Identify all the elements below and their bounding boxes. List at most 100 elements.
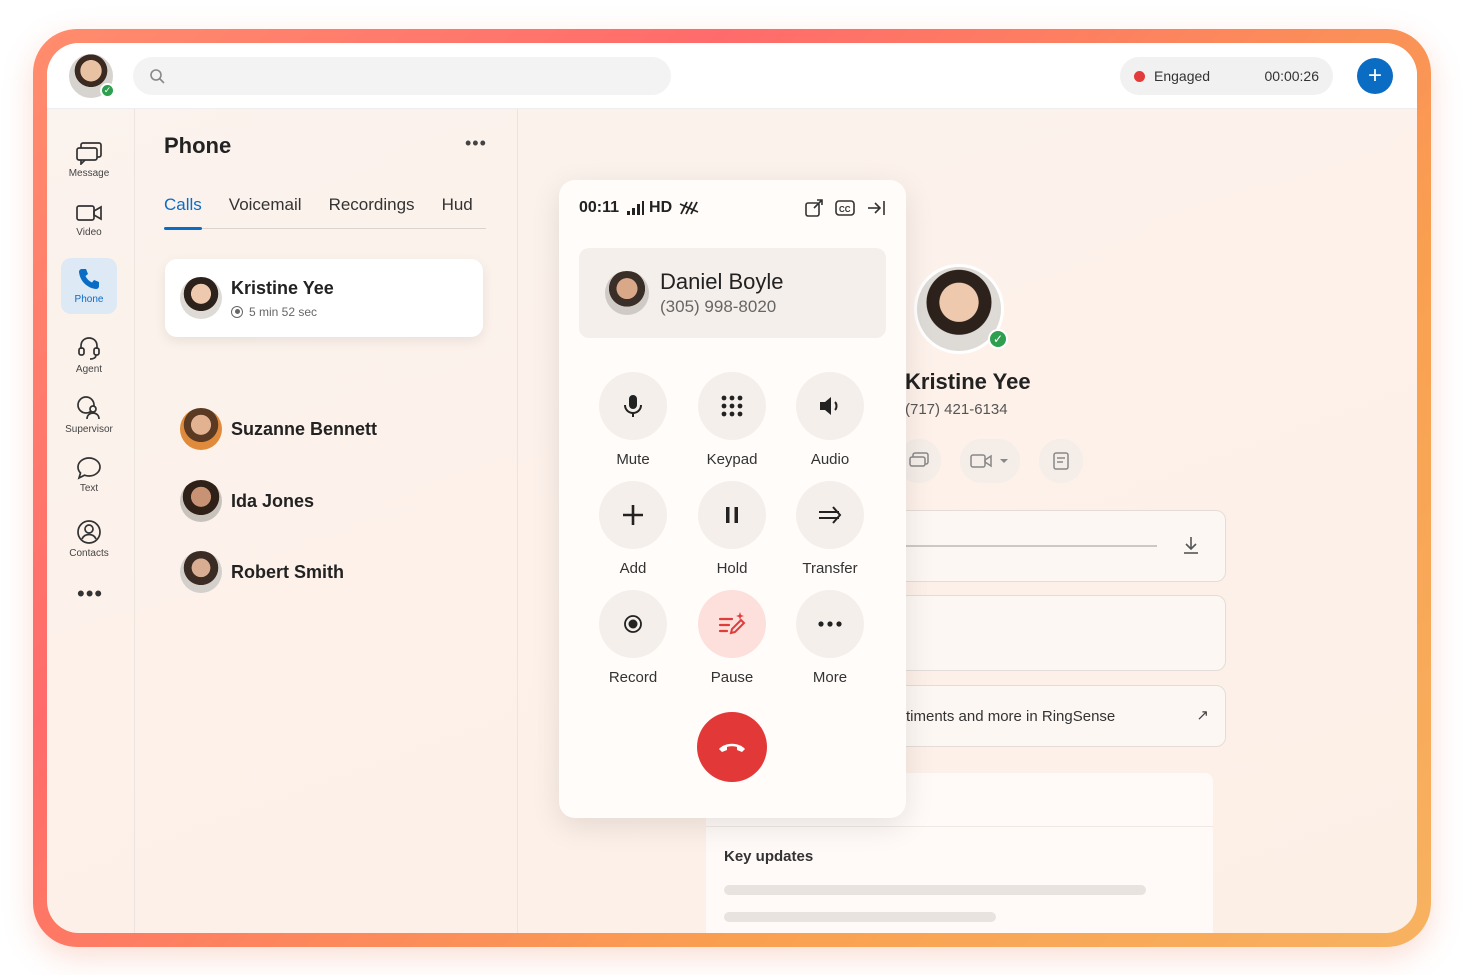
message-icon: [909, 452, 929, 467]
pause-notes-circle[interactable]: [698, 590, 766, 658]
external-link-icon: ↗: [1196, 707, 1209, 724]
rail-item-contacts[interactable]: Contacts: [61, 511, 117, 567]
hold-button[interactable]: Hold: [697, 481, 767, 577]
add-circle[interactable]: [599, 481, 667, 549]
add-button[interactable]: +: [1357, 58, 1393, 94]
tab-calls[interactable]: Calls: [164, 195, 202, 230]
rail-item-message[interactable]: Message: [61, 132, 117, 188]
placeholder-line: [724, 885, 1146, 895]
rail-label: Contacts: [69, 548, 109, 559]
button-label: Hold: [716, 560, 748, 577]
presence-check-icon: ✓: [100, 83, 115, 98]
call-list-item[interactable]: Suzanne Bennett: [165, 390, 483, 468]
plus-icon: [623, 505, 643, 525]
button-label: Transfer: [802, 560, 858, 577]
ringsense-link-card[interactable]: timents and more in RingSense ↗: [892, 685, 1226, 747]
call-duration: 00:11: [579, 199, 620, 216]
rail-label: Message: [68, 168, 110, 179]
search-input[interactable]: [175, 68, 655, 84]
popout-icon[interactable]: [804, 198, 824, 218]
record-icon: [624, 615, 642, 633]
call-list-item[interactable]: Ida Jones: [165, 462, 483, 540]
rail-label: Supervisor: [65, 424, 113, 435]
download-icon[interactable]: [1181, 535, 1201, 555]
search-icon: [150, 69, 165, 84]
notes-button[interactable]: [1039, 439, 1083, 483]
collapse-panel-icon[interactable]: [866, 198, 886, 218]
more-circle[interactable]: [796, 590, 864, 658]
button-label: Add: [619, 560, 647, 577]
ai-notes-icon: [718, 612, 746, 635]
end-call-button[interactable]: [697, 712, 767, 782]
transfer-arrow-icon: [819, 506, 842, 524]
audio-circle[interactable]: [796, 372, 864, 440]
divider: [706, 826, 1213, 827]
contact-detail-name: Kristine Yee: [905, 369, 1031, 394]
add-call-button[interactable]: Add: [598, 481, 668, 577]
call-status-row: 00:11 HD: [579, 199, 699, 217]
rail-item-agent[interactable]: Agent: [61, 327, 117, 383]
tab-hud[interactable]: Hud: [442, 195, 473, 229]
phone-tabs: Calls Voicemail Recordings Hud: [164, 195, 486, 230]
contact-detail-number: (717) 421-6134: [905, 401, 1008, 418]
presence-check-icon: ✓: [988, 329, 1008, 349]
signal-bars-icon: [627, 201, 645, 215]
avatar: [180, 551, 222, 593]
call-list-item[interactable]: Robert Smith: [165, 533, 483, 611]
status-dot-icon: [1134, 70, 1145, 82]
transfer-button[interactable]: Transfer: [795, 481, 865, 577]
noise-cancel-icon: [679, 201, 699, 215]
contact-name: Robert Smith: [231, 561, 345, 582]
record-circle[interactable]: [599, 590, 667, 658]
button-label: Pause: [710, 669, 754, 686]
button-label: More: [812, 669, 848, 686]
headset-icon: [78, 337, 100, 360]
keypad-circle[interactable]: [698, 372, 766, 440]
rail-item-supervisor[interactable]: Supervisor: [61, 387, 117, 443]
call-status-pill[interactable]: Engaged 00:00:26: [1120, 57, 1333, 95]
button-label: Mute: [616, 451, 650, 468]
button-label: Audio: [810, 451, 850, 468]
status-label: Engaged: [1154, 68, 1211, 84]
hangup-phone-icon: [719, 743, 745, 752]
keypad-button[interactable]: Keypad: [697, 372, 767, 468]
mute-circle[interactable]: [599, 372, 667, 440]
recording-icon: [231, 305, 243, 318]
contact-name: Ida Jones: [231, 490, 315, 511]
plus-icon: +: [1367, 62, 1382, 89]
record-button[interactable]: Record: [598, 590, 668, 686]
keypad-icon: [721, 395, 743, 417]
hold-circle[interactable]: [698, 481, 766, 549]
rail-more-button[interactable]: •••: [77, 583, 103, 605]
search-bar[interactable]: [133, 57, 671, 95]
transfer-circle[interactable]: [796, 481, 864, 549]
avatar: [180, 277, 222, 319]
speaker-icon: [820, 397, 838, 415]
message-icon: [76, 142, 102, 165]
tab-voicemail[interactable]: Voicemail: [229, 195, 302, 229]
pause-icon: [726, 507, 738, 523]
rail-item-phone[interactable]: Phone: [61, 258, 117, 314]
captions-icon[interactable]: CC: [834, 198, 856, 218]
chevron-down-icon: [1000, 459, 1008, 463]
rail-item-text[interactable]: Text: [61, 447, 117, 503]
hd-badge: HD: [649, 199, 673, 216]
mute-button[interactable]: Mute: [598, 372, 668, 468]
more-button[interactable]: More: [795, 590, 865, 686]
tab-recordings[interactable]: Recordings: [329, 195, 415, 229]
more-dots-icon: [818, 621, 842, 627]
top-bar: ✓ Engaged 00:00:26 +: [47, 43, 1417, 109]
rail-label: Phone: [74, 294, 104, 305]
pause-notes-button[interactable]: Pause: [697, 590, 767, 686]
phone-icon: [79, 269, 99, 289]
supervisor-icon: [77, 396, 100, 420]
panel-menu-button[interactable]: •••: [465, 133, 487, 154]
rail-item-video[interactable]: Video: [61, 192, 117, 248]
video-contact-button[interactable]: [960, 439, 1020, 483]
button-label: Keypad: [706, 451, 758, 468]
playback-track[interactable]: [903, 545, 1157, 547]
call-list-item[interactable]: Kristine Yee 5 min 52 sec: [165, 259, 483, 337]
caller-name: Daniel Boyle: [660, 269, 784, 294]
call-duration: 5 min 52 sec: [249, 304, 318, 319]
audio-button[interactable]: Audio: [795, 372, 865, 468]
